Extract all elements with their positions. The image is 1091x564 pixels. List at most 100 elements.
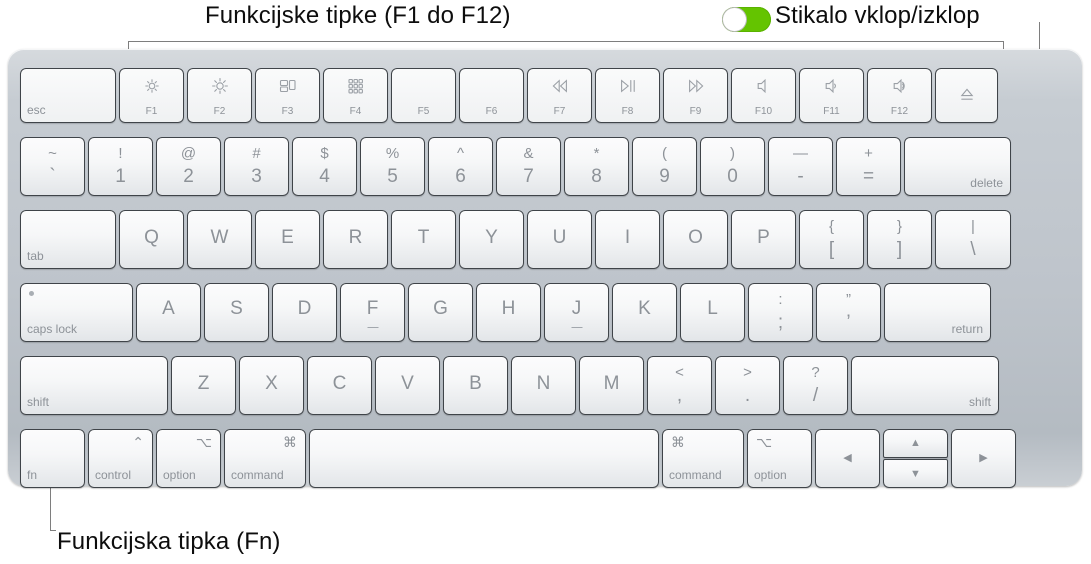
key-space[interactable] <box>309 429 659 488</box>
key-y[interactable]: Y <box>459 210 524 269</box>
key-label-k: K <box>638 298 651 319</box>
key-f7[interactable]: F7 <box>527 68 592 123</box>
volume-up-icon <box>867 77 932 95</box>
key-lower-six: 6 <box>455 166 466 187</box>
key-o[interactable]: O <box>663 210 728 269</box>
key-comma[interactable]: <, <box>647 356 712 415</box>
key-arrow-down[interactable]: ▼ <box>883 459 948 488</box>
key-x[interactable]: X <box>239 356 304 415</box>
key-t[interactable]: T <box>391 210 456 269</box>
key-upper-six: ^ <box>456 145 465 162</box>
key-shift-left[interactable]: shift <box>20 356 168 415</box>
key-command-right[interactable]: ⌘ command <box>662 429 744 488</box>
key-u[interactable]: U <box>527 210 592 269</box>
key-caps-lock[interactable]: caps lock <box>20 283 133 342</box>
key-slash[interactable]: ? / <box>783 356 848 415</box>
key-f11[interactable]: F11 <box>799 68 864 123</box>
key-c[interactable]: C <box>307 356 372 415</box>
key-label-u: U <box>552 227 567 248</box>
key-f5[interactable]: F5 <box>391 68 456 123</box>
key-upper-two: @ <box>180 145 197 162</box>
key-bracket-right[interactable]: }] <box>867 210 932 269</box>
key-arrow-left[interactable]: ◀ <box>815 429 880 488</box>
key-q[interactable]: Q <box>119 210 184 269</box>
key-f9[interactable]: F9 <box>663 68 728 123</box>
key-shift-right[interactable]: shift <box>851 356 999 415</box>
key-label-shift-left: shift <box>27 395 50 409</box>
key-tab[interactable]: tab <box>20 210 116 269</box>
leader-line-fn <box>50 486 51 530</box>
key-f10[interactable]: F10 <box>731 68 796 123</box>
fast-forward-icon <box>663 77 728 95</box>
key-m[interactable]: M <box>579 356 644 415</box>
key-six[interactable]: ^ 6 <box>428 137 493 196</box>
key-upper-bracket-left: { <box>828 218 834 235</box>
key-b[interactable]: B <box>443 356 508 415</box>
key-f[interactable]: F <box>340 283 405 342</box>
key-label-v: V <box>401 373 414 394</box>
key-four[interactable]: $4 <box>292 137 357 196</box>
key-v[interactable]: V <box>375 356 440 415</box>
key-return[interactable]: return <box>884 283 991 342</box>
key-nine[interactable]: (9 <box>632 137 697 196</box>
key-equal[interactable]: + = <box>836 137 901 196</box>
key-l[interactable]: L <box>680 283 745 342</box>
key-label-f10: F10 <box>754 106 773 117</box>
key-zero[interactable]: ) 0 <box>700 137 765 196</box>
key-j[interactable]: J <box>544 283 609 342</box>
key-label-return: return <box>951 322 983 336</box>
key-f1[interactable]: F1 <box>119 68 184 123</box>
key-eight[interactable]: * 8 <box>564 137 629 196</box>
key-label-f7: F7 <box>553 106 566 117</box>
key-esc[interactable]: esc <box>20 68 116 123</box>
key-z[interactable]: Z <box>171 356 236 415</box>
key-eject[interactable] <box>935 68 998 123</box>
volume-down-icon <box>799 77 864 95</box>
key-f12[interactable]: F12 <box>867 68 932 123</box>
caption-power-toggle: Stikalo vklop/izklop <box>775 2 980 29</box>
caption-fn-key: Funkcijska tipka (Fn) <box>57 528 281 555</box>
key-period[interactable]: >. <box>715 356 780 415</box>
key-f8[interactable]: F8 <box>595 68 660 123</box>
key-w[interactable]: W <box>187 210 252 269</box>
key-upper-four: $ <box>320 145 329 162</box>
key-five[interactable]: % 5 <box>360 137 425 196</box>
key-minus[interactable]: — - <box>768 137 833 196</box>
key-label-caps-lock: caps lock <box>27 322 78 336</box>
key-h[interactable]: H <box>476 283 541 342</box>
key-e[interactable]: E <box>255 210 320 269</box>
key-three[interactable]: #3 <box>224 137 289 196</box>
key-f6[interactable]: F6 <box>459 68 524 123</box>
key-quote[interactable]: ”’ <box>816 283 881 342</box>
key-f3[interactable]: F3 <box>255 68 320 123</box>
key-option-left[interactable]: ⌥ option <box>156 429 221 488</box>
key-arrow-right[interactable]: ▶ <box>951 429 1016 488</box>
key-g[interactable]: G <box>408 283 473 342</box>
key-s[interactable]: S <box>204 283 269 342</box>
key-semicolon[interactable]: :; <box>748 283 813 342</box>
key-arrow-up[interactable]: ▲ <box>883 429 948 458</box>
key-control[interactable]: ⌃ control <box>88 429 153 488</box>
key-delete[interactable]: delete <box>904 137 1011 196</box>
key-d[interactable]: D <box>272 283 337 342</box>
key-one[interactable]: ! 1 <box>88 137 153 196</box>
key-k[interactable]: K <box>612 283 677 342</box>
key-label-arrow-up: ▲ <box>910 437 921 449</box>
key-seven[interactable]: & 7 <box>496 137 561 196</box>
key-i[interactable]: I <box>595 210 660 269</box>
key-bracket-left[interactable]: {[ <box>799 210 864 269</box>
key-command-left[interactable]: ⌘ command <box>224 429 306 488</box>
key-a[interactable]: A <box>136 283 201 342</box>
key-label-t: T <box>417 227 430 248</box>
key-n[interactable]: N <box>511 356 576 415</box>
key-grave[interactable]: ~ ` <box>20 137 85 196</box>
key-backslash[interactable]: | \ <box>935 210 1011 269</box>
key-f2[interactable]: F2 <box>187 68 252 123</box>
key-f4[interactable]: F4 <box>323 68 388 123</box>
keyboard-diagram: Funkcijske tipke (F1 do F12) Stikalo vkl… <box>0 0 1091 564</box>
key-p[interactable]: P <box>731 210 796 269</box>
key-fn[interactable]: fn <box>20 429 85 488</box>
key-two[interactable]: @2 <box>156 137 221 196</box>
key-option-right[interactable]: ⌥ option <box>747 429 812 488</box>
key-r[interactable]: R <box>323 210 388 269</box>
